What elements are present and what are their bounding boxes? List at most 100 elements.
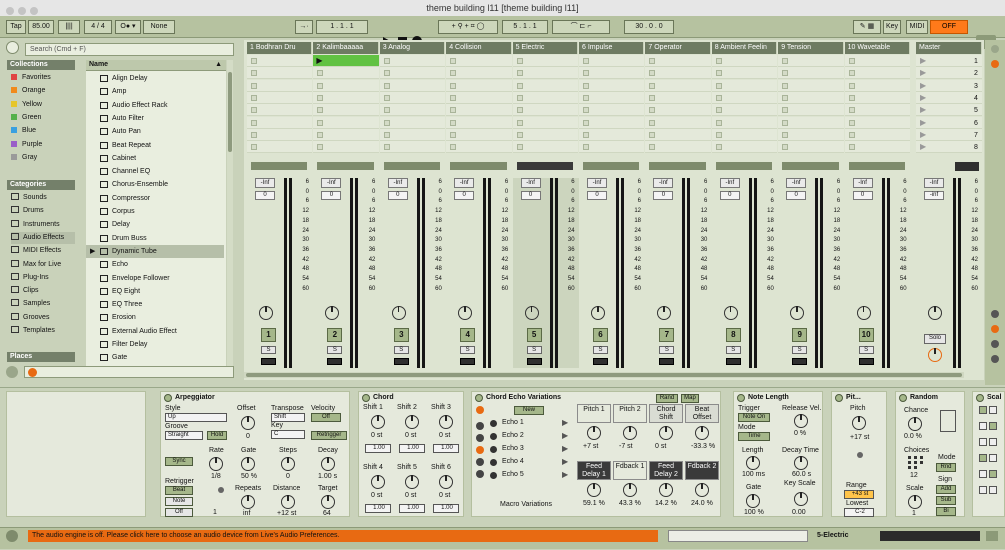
clip-slot[interactable] [844, 116, 910, 129]
close-icon[interactable] [6, 7, 14, 15]
clip-slot[interactable] [844, 79, 910, 92]
clip-slot[interactable] [844, 91, 910, 104]
stop-all-clips-icon[interactable] [955, 162, 979, 171]
launch-arrow-icon[interactable]: ▶ [562, 444, 568, 453]
pan-field[interactable]: 0 [454, 191, 475, 200]
device-on-icon[interactable] [976, 394, 984, 402]
clip-slot[interactable] [379, 67, 446, 80]
track-io-bar[interactable] [251, 162, 308, 170]
stop-button-icon[interactable] [251, 131, 257, 138]
arm-button[interactable] [261, 358, 276, 365]
range-field[interactable]: +43 st [844, 490, 874, 499]
stop-button-icon[interactable] [383, 94, 390, 101]
file-item[interactable]: EQ Eight [86, 285, 224, 298]
clip-slot[interactable] [446, 104, 512, 117]
send-knob[interactable] [391, 306, 406, 320]
clip-slot[interactable] [313, 104, 379, 117]
clip-slot[interactable] [645, 141, 711, 154]
send-knob[interactable] [657, 306, 672, 320]
pan-field[interactable]: 0 [321, 191, 342, 200]
stop-button-icon[interactable] [782, 82, 789, 89]
mode-button[interactable]: Rnd [936, 463, 956, 472]
stop-button-icon[interactable] [450, 82, 457, 89]
groove-select[interactable]: Straight [165, 431, 203, 440]
category-item[interactable]: Templates [11, 325, 75, 337]
stop-button-icon[interactable] [649, 119, 656, 126]
file-item[interactable]: Gate [86, 351, 224, 364]
track-header[interactable]: 5 Electric [512, 42, 578, 54]
scale-cell[interactable] [989, 406, 997, 414]
file-item[interactable]: Cabinet [86, 152, 224, 165]
sub-button[interactable]: Sub [936, 496, 956, 505]
master-track-header[interactable]: Master [916, 42, 982, 54]
clip-slot[interactable] [844, 128, 910, 141]
arm-button[interactable] [792, 358, 808, 365]
track-header[interactable]: 2 Kalimbaaaaa [313, 42, 379, 54]
file-item[interactable]: ▶ Dynamic Tube [86, 244, 224, 258]
release-knob[interactable] [794, 414, 808, 428]
random-switch-icon[interactable] [940, 410, 956, 432]
clip-slot[interactable] [379, 141, 446, 154]
category-item[interactable]: Max for Live [11, 259, 75, 271]
device-empty-slot[interactable] [6, 391, 146, 517]
distance-knob[interactable] [281, 495, 295, 509]
minimize-icon[interactable] [18, 7, 26, 15]
stop-button-icon[interactable] [516, 119, 523, 126]
device-on-icon[interactable] [362, 394, 370, 402]
rand-button[interactable]: Rand [656, 394, 678, 403]
volume-field[interactable]: -Inf [852, 178, 873, 188]
decay-knob[interactable] [794, 456, 808, 470]
clip-slot[interactable] [313, 67, 379, 80]
stop-button-icon[interactable] [782, 94, 789, 101]
scale-cell[interactable] [979, 406, 987, 414]
clip-slot[interactable] [844, 55, 910, 67]
track-activator[interactable]: 4 [460, 328, 476, 342]
track-activator[interactable]: 3 [393, 328, 409, 342]
category-item[interactable]: Instruments [11, 219, 75, 231]
decay-knob[interactable] [321, 457, 335, 471]
loop-start[interactable]: 5 . 1 . 1 [502, 20, 548, 34]
volume-field[interactable]: -Inf [454, 178, 475, 188]
pan-field[interactable]: 0 [387, 191, 408, 200]
scale-cell[interactable] [989, 470, 997, 478]
clip-slot[interactable] [313, 79, 379, 92]
send-knob[interactable] [325, 306, 340, 320]
clip-slot[interactable] [844, 141, 910, 154]
file-item[interactable]: Corpus [86, 205, 224, 218]
automation-buttons[interactable]: + ⚲ + ⌗ ◯ [438, 20, 498, 34]
volume-field[interactable]: -Inf [587, 178, 607, 188]
macro-knob[interactable] [659, 426, 673, 440]
volume-field[interactable]: -Inf [387, 178, 408, 188]
stop-button-icon[interactable] [583, 94, 589, 101]
file-item[interactable]: Delay [86, 218, 224, 231]
device-on-icon[interactable] [164, 394, 172, 402]
category-item[interactable]: Drums [11, 205, 75, 217]
clip-slot[interactable] [512, 116, 578, 129]
clip-slot[interactable] [313, 116, 379, 129]
file-item[interactable]: Beat Repeat [86, 139, 224, 152]
target-knob[interactable] [321, 495, 335, 509]
scale-cell[interactable] [989, 422, 997, 430]
send-knob[interactable] [524, 306, 539, 320]
pan-field[interactable]: 0 [587, 191, 607, 200]
device-on-icon[interactable] [475, 394, 483, 402]
stop-button-icon[interactable] [649, 94, 656, 101]
stop-button-icon[interactable] [516, 144, 523, 151]
stop-button-icon[interactable] [715, 119, 722, 126]
collection-item[interactable]: Green [11, 112, 41, 124]
clip-slot[interactable] [313, 91, 379, 104]
scene-play-icon[interactable]: ▶ [920, 130, 926, 139]
stop-button-icon[interactable] [383, 144, 390, 151]
solo-button[interactable]: S [792, 346, 808, 354]
clip-slot[interactable] [446, 55, 512, 67]
file-item[interactable]: Drum Buss [86, 232, 224, 245]
clip-slot[interactable] [379, 91, 446, 104]
stop-button-icon[interactable] [715, 131, 722, 138]
clip-slot[interactable] [579, 116, 645, 129]
scale-cell[interactable] [979, 422, 987, 430]
browser-scrollbar[interactable] [227, 60, 233, 366]
macro-knob[interactable] [623, 483, 637, 497]
stop-button-icon[interactable] [251, 58, 257, 64]
volume-field[interactable]: -Inf [520, 178, 541, 188]
tempo-field[interactable]: 85.00 [28, 20, 54, 34]
